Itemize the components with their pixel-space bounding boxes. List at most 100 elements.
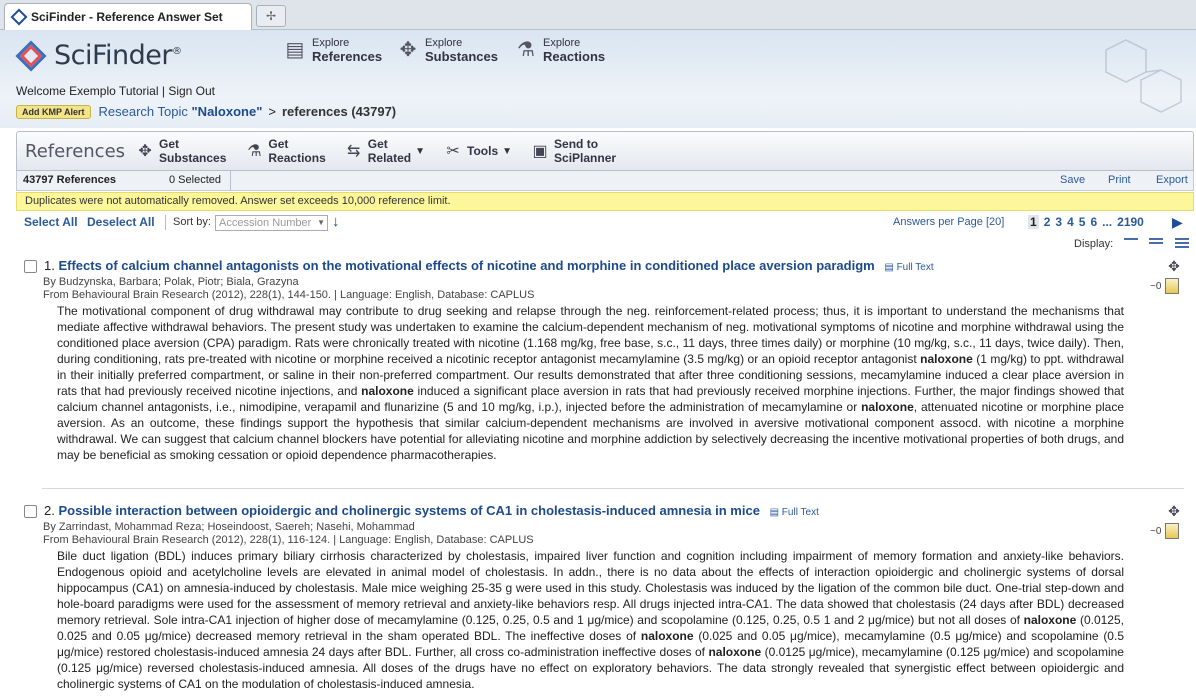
next-page-arrow-icon[interactable]: ▶ [1172,214,1183,231]
explore-references-label: References [312,48,383,64]
breadcrumb-separator: > [268,104,276,119]
result-title-line: 2. Possible interaction between opioider… [44,503,819,518]
result-item: 2. Possible interaction between opioider… [24,503,1194,699]
citing-references[interactable]: ~0 [1150,523,1180,539]
substance-link-icon[interactable]: ✥ [1166,258,1182,274]
new-tab-button[interactable]: ✢ [256,5,286,27]
logo-text: SciFinder [54,40,173,71]
abstract-highlight: naloxone [640,629,694,643]
breadcrumb-current: references (43797) [281,104,397,119]
save-link[interactable]: Save [1060,174,1085,186]
selected-count: 0 Selected [169,174,221,186]
substance-link-icon[interactable]: ✥ [1166,503,1182,519]
count-separator [230,171,231,191]
button-line2: Substances [159,151,227,165]
abstract-text: Bile duct ligation (BDL) induces primary… [57,549,1124,627]
tools-label: Tools [467,144,499,158]
result-source: From Behavioural Brain Research (2012), … [43,534,534,546]
display-full-icon[interactable] [1175,238,1189,250]
full-text-icon: ▤ [769,507,782,518]
results-controls: Select All Deselect All Sort by: Accessi… [16,212,1194,234]
chevron-down-icon: ▼ [317,218,325,227]
full-text-link[interactable]: ▤ Full Text [770,507,819,518]
citation-count: ~0 [1150,280,1162,292]
count-bar: 43797 References 0 Selected Save Print E… [16,171,1194,191]
browser-tabstrip: SciFinder - Reference Answer Set ✢ [0,0,1196,30]
result-item: 1. Effects of calcium channel antagonist… [24,258,1194,483]
citation-count: ~0 [1150,525,1162,537]
result-number: 1. [44,258,55,273]
chevron-down-icon: ▼ [415,145,426,157]
citing-document-icon [1165,278,1180,294]
button-line2: Reactions [268,151,326,165]
explore-substances-button[interactable]: ✥ Explore Substances [397,36,498,64]
page-link-current[interactable]: 1 [1028,215,1039,229]
browser-tab[interactable]: SciFinder - Reference Answer Set [4,3,252,30]
welcome-bar: Welcome Exemplo Tutorial | Sign Out [16,84,215,98]
breadcrumb-topic-link[interactable]: Research Topic "Naloxone" [99,104,263,119]
result-title-line: 1. Effects of calcium channel antagonist… [44,258,934,273]
full-text-link[interactable]: ▤ Full Text [884,262,933,273]
duplicates-notice: Duplicates were not automatically remove… [16,192,1194,211]
add-kmp-alert-button[interactable]: Add KMP Alert [16,104,91,119]
sort-select[interactable]: Accession Number ▼ [215,215,328,231]
explore-label: Explore [312,36,350,49]
scifinder-favicon-icon [10,8,28,26]
citing-references[interactable]: ~0 [1150,278,1180,294]
sort-label: Sort by: [173,216,211,228]
breadcrumb: Add KMP Alert Research Topic "Naloxone" … [16,104,396,119]
page-link-last[interactable]: 2190 [1117,215,1144,229]
print-link[interactable]: Print [1108,174,1131,186]
answers-per-page-value: [20] [985,216,1005,228]
answers-per-page[interactable]: Answers per Page [20] [893,216,1004,228]
select-all-link[interactable]: Select All [24,215,78,229]
result-checkbox[interactable] [24,260,37,273]
molecule-icon: ✥ [138,143,152,160]
result-checkbox[interactable] [24,505,37,518]
button-line2: Related [367,151,412,165]
get-related-button[interactable]: ⇆ Get Related ▼ [344,137,425,165]
sort-value: Accession Number [219,217,312,229]
tools-icon: ✂ [446,143,460,160]
get-substances-button[interactable]: ✥ Get Substances [135,137,226,165]
get-reactions-button[interactable]: ⚗ Get Reactions [244,137,326,165]
result-side-icons: ✥ ~0 [1150,503,1180,539]
sort-direction-arrow-icon[interactable]: ↓ [332,213,340,230]
export-link[interactable]: Export [1156,174,1188,186]
button-line1: Get [268,137,289,151]
explore-references-button[interactable]: ▤ Explore References [284,36,383,64]
references-icon: ▤ [285,39,305,61]
result-divider [42,488,1184,489]
substances-icon: ✥ [399,39,417,61]
full-text-label: Full Text [896,262,934,273]
page-link[interactable]: 5 [1079,215,1086,229]
result-authors: By Budzynska, Barbara; Polak, Piotr; Bia… [43,276,299,288]
result-side-icons: ✥ ~0 [1150,258,1180,294]
full-text-label: Full Text [781,507,819,518]
tools-button[interactable]: ✂ Tools ▼ [443,141,512,161]
page-link[interactable]: 4 [1067,215,1074,229]
app-header: SciFinder® ▤ Explore References ✥ Explor… [0,30,1196,128]
references-toolbar: References ✥ Get Substances ⚗ Get Reaction… [16,131,1194,171]
abstract-highlight: naloxone [361,384,414,398]
result-title-link[interactable]: Possible interaction between opioidergic… [58,503,759,518]
scifinder-logo[interactable]: SciFinder® [15,39,182,72]
send-to-sciplanner-button[interactable]: ▣ Send to SciPlanner [530,137,616,165]
page-link[interactable]: 3 [1055,215,1062,229]
page-link[interactable]: 2 [1044,215,1051,229]
answers-per-page-label: Answers per Page [893,216,983,228]
explore-label: Explore [543,36,581,49]
sign-out-link[interactable]: Sign Out [168,84,215,98]
abstract-highlight: naloxone [1023,613,1077,627]
page-link[interactable]: 6 [1090,215,1097,229]
display-compact-icon[interactable] [1124,238,1138,250]
welcome-text: Welcome Exemplo Tutorial [16,84,159,98]
deselect-all-link[interactable]: Deselect All [87,215,155,229]
abstract-highlight: naloxone [708,645,762,659]
display-partial-icon[interactable] [1149,238,1163,250]
reactions-icon: ⚗ [517,39,535,61]
topic-prefix: Research Topic [98,104,188,119]
explore-reactions-button[interactable]: ⚗ Explore Reactions [515,36,605,64]
sciplanner-icon: ▣ [532,143,548,160]
result-title-link[interactable]: Effects of calcium channel antagonists o… [58,258,874,273]
